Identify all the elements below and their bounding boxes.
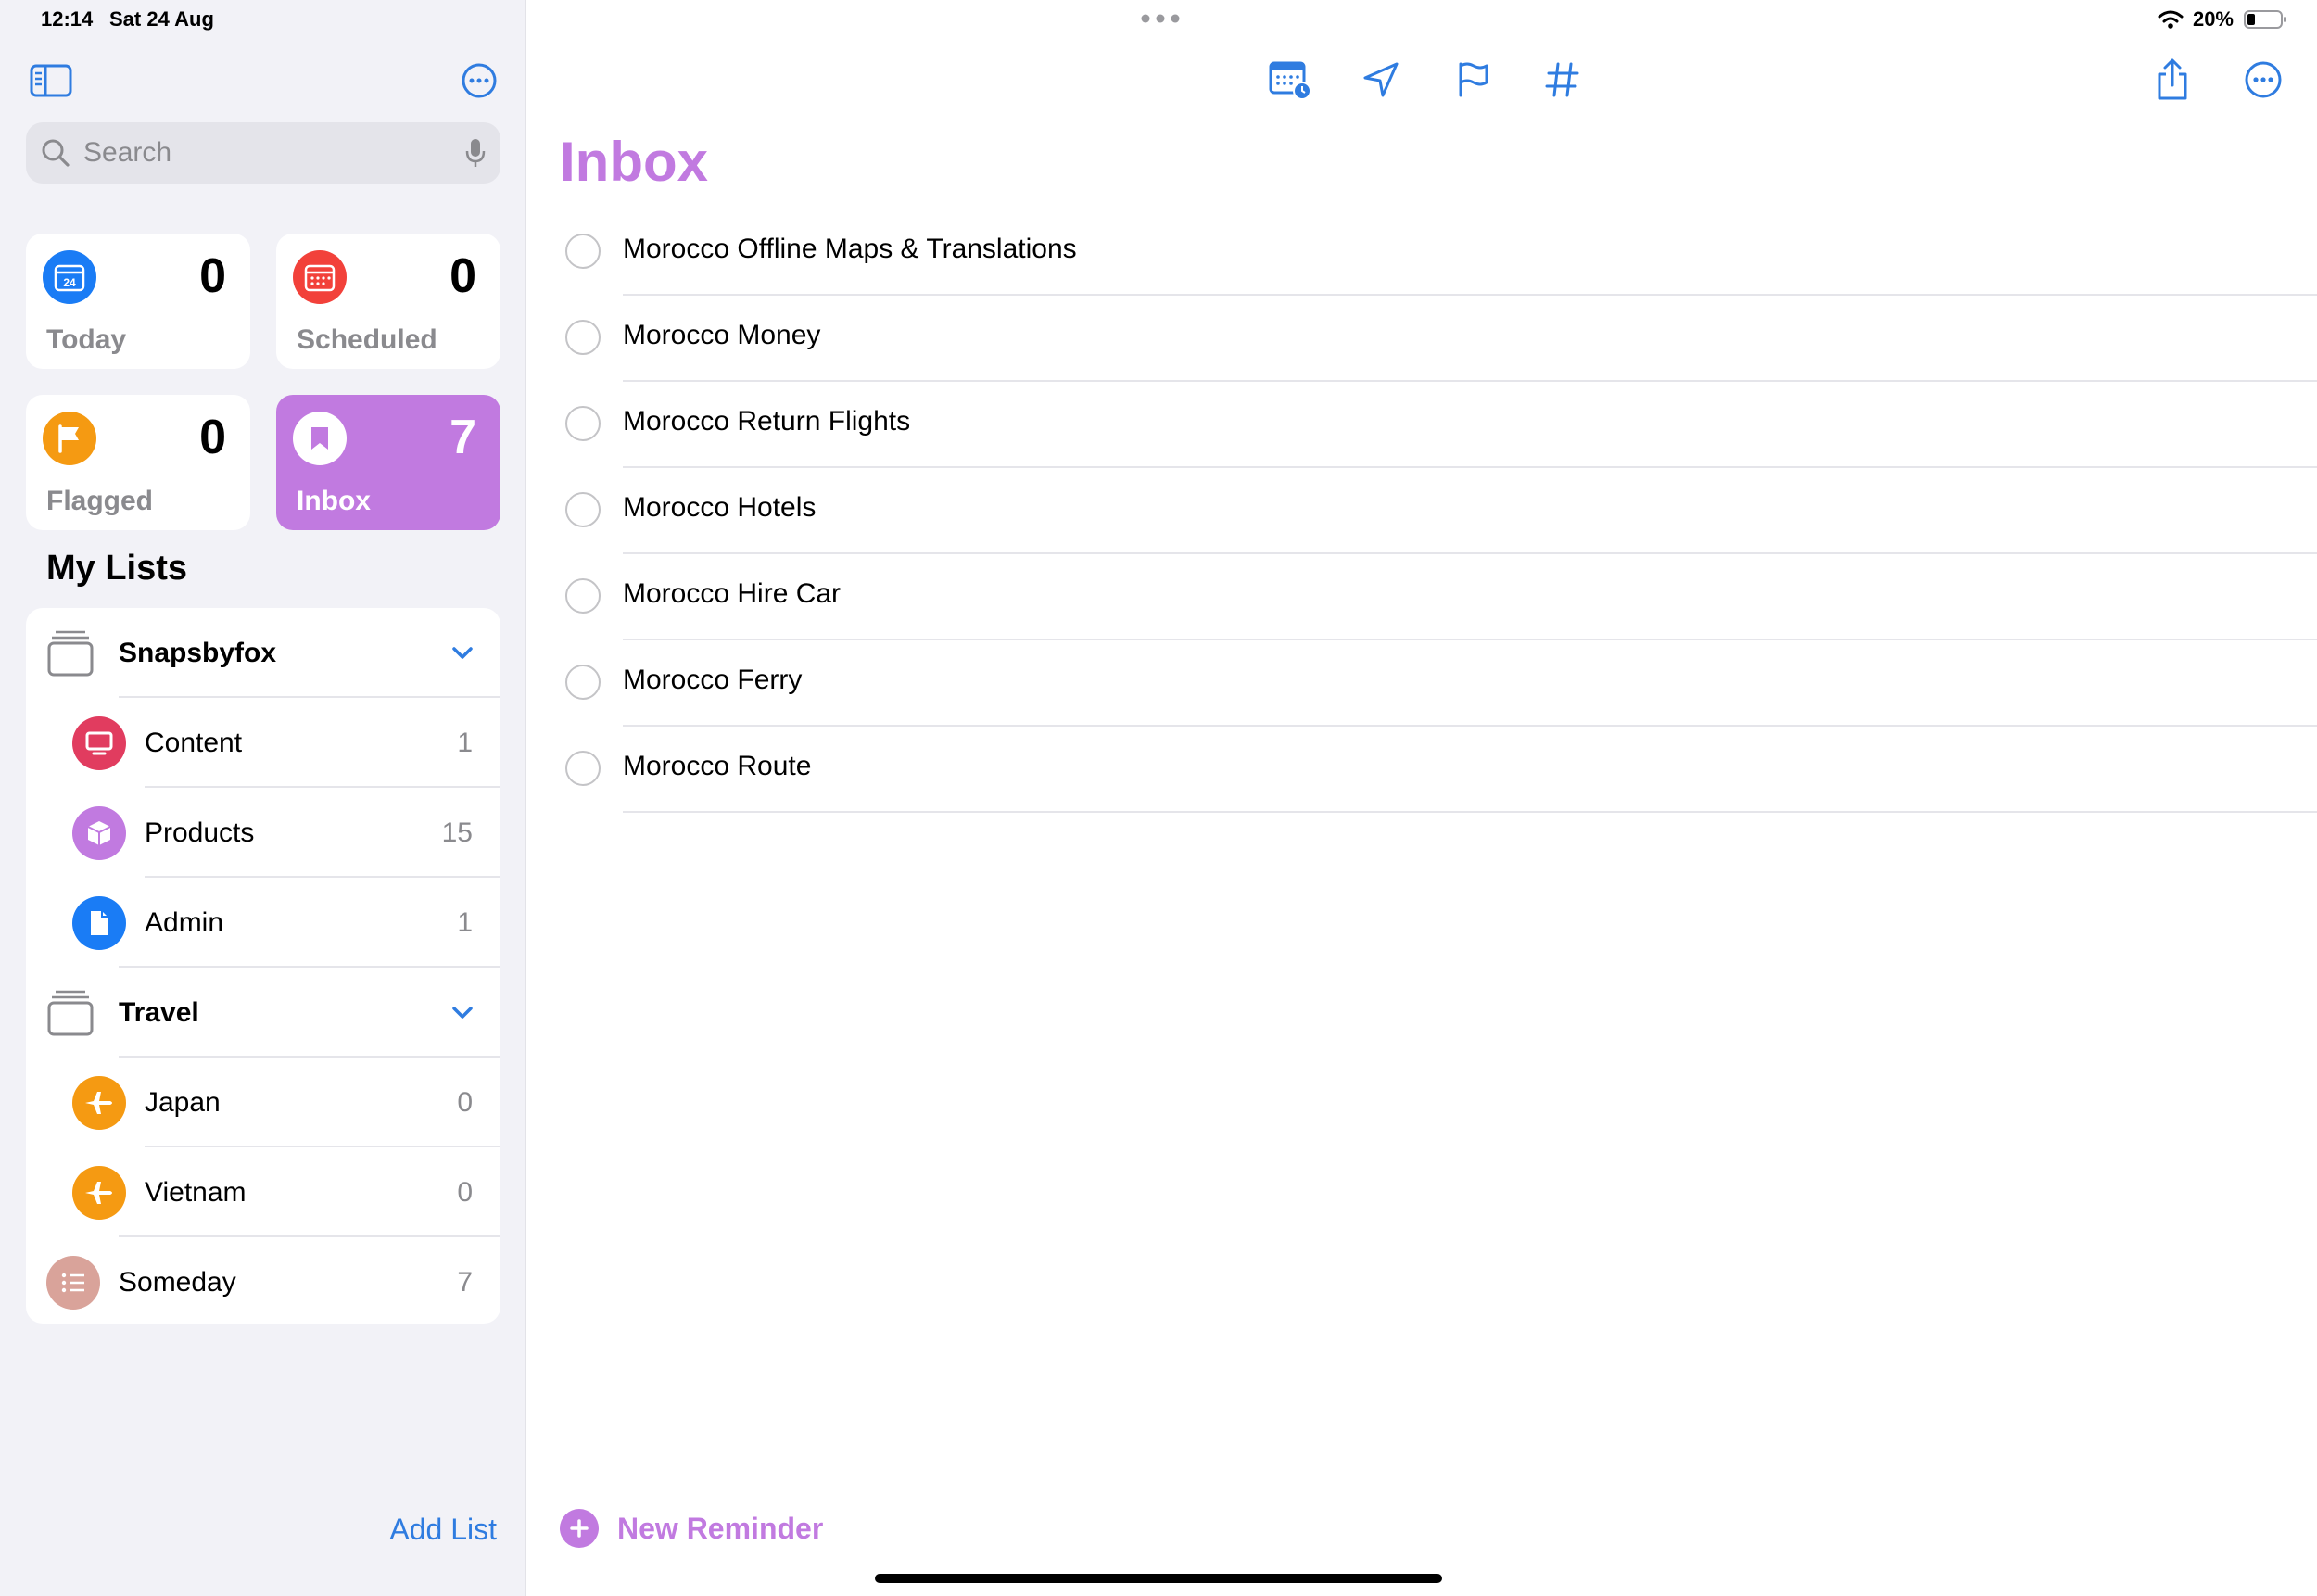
more-options-icon[interactable] (2239, 56, 2287, 104)
document-icon (72, 895, 126, 950)
svg-text:24: 24 (63, 276, 76, 289)
status-date: Sat 24 Aug (109, 7, 214, 31)
reminder-title[interactable]: Morocco Hotels (623, 492, 816, 524)
reminder-item[interactable]: Morocco Offline Maps & Translations (528, 209, 2317, 296)
group-label: Travel (119, 996, 199, 1028)
list-count: 0 (457, 1086, 473, 1118)
completion-checkbox[interactable] (565, 751, 601, 786)
battery-icon (2244, 10, 2286, 29)
chevron-down-icon[interactable] (449, 999, 476, 1027)
date-time-icon[interactable] (1266, 56, 1314, 104)
list-item-vietnam[interactable]: Vietnam 0 (26, 1147, 500, 1237)
today-count: 0 (199, 249, 226, 303)
search-placeholder: Search (83, 137, 172, 168)
airplane-icon (72, 1075, 126, 1130)
reminder-item[interactable]: Morocco Ferry (528, 640, 2317, 727)
completion-checkbox[interactable] (565, 492, 601, 527)
plus-icon (560, 1509, 599, 1548)
list-label: Products (145, 817, 255, 848)
reminder-item[interactable]: Morocco Hire Car (528, 554, 2317, 640)
completion-checkbox[interactable] (565, 665, 601, 700)
scheduled-label: Scheduled (297, 324, 437, 355)
scheduled-count: 0 (449, 249, 476, 303)
list-item-products[interactable]: Products 15 (26, 788, 500, 878)
home-indicator[interactable] (875, 1574, 1442, 1583)
tile-inbox[interactable]: 7 Inbox (276, 395, 500, 530)
microphone-icon[interactable] (465, 137, 486, 169)
chevron-down-icon[interactable] (449, 640, 476, 667)
page-title: Inbox (560, 131, 708, 193)
reminder-title[interactable]: Morocco Money (623, 320, 820, 351)
reminder-item[interactable]: Morocco Route (528, 727, 2317, 813)
reminder-title[interactable]: Morocco Return Flights (623, 406, 910, 437)
calendar-scheduled-icon (293, 250, 347, 304)
sidebar-toggle-icon[interactable] (26, 61, 76, 100)
status-right: 20% (2158, 7, 2289, 32)
flagged-count: 0 (199, 411, 226, 464)
completion-checkbox[interactable] (565, 406, 601, 441)
status-time: 12:14 (41, 7, 94, 31)
location-icon[interactable] (1357, 56, 1405, 104)
list-count: 7 (457, 1266, 473, 1298)
group-travel[interactable]: Travel (26, 968, 500, 1058)
flag-icon (43, 412, 96, 465)
share-icon[interactable] (2148, 56, 2197, 104)
list-item-admin[interactable]: Admin 1 (26, 878, 500, 968)
flagged-label: Flagged (46, 486, 154, 516)
multitasking-dots-icon[interactable] (1140, 13, 1181, 24)
completion-checkbox[interactable] (565, 234, 601, 269)
reminder-title[interactable]: Morocco Route (623, 751, 811, 782)
search-input[interactable]: Search (26, 122, 500, 184)
main-content: 20% Inbox Morocco Offline Maps & Transla… (528, 0, 2317, 1596)
inbox-bookmark-icon (293, 412, 347, 465)
reminder-title[interactable]: Morocco Ferry (623, 665, 802, 696)
list-item-content[interactable]: Content 1 (26, 698, 500, 788)
group-label: Snapsbyfox (119, 637, 277, 668)
more-options-icon[interactable] (458, 59, 500, 102)
list-item-japan[interactable]: Japan 0 (26, 1058, 500, 1147)
my-lists-heading: My Lists (46, 549, 188, 588)
reminder-item[interactable]: Morocco Return Flights (528, 382, 2317, 468)
list-count: 15 (441, 817, 473, 848)
new-reminder-button[interactable]: New Reminder (560, 1509, 823, 1548)
reminder-item[interactable]: Morocco Money (528, 296, 2317, 382)
folder-stack-icon (47, 630, 94, 677)
wifi-icon (2158, 10, 2184, 29)
sidebar: 12:14 Sat 24 Aug Search 24 0 Today 0 Sch… (0, 0, 526, 1596)
list-label: Someday (119, 1266, 236, 1298)
tile-today[interactable]: 24 0 Today (26, 234, 250, 369)
tile-flagged[interactable]: 0 Flagged (26, 395, 250, 530)
completion-checkbox[interactable] (565, 320, 601, 355)
reminder-title[interactable]: Morocco Offline Maps & Translations (623, 234, 1077, 265)
cube-icon (72, 805, 126, 860)
list-bullet-icon (46, 1255, 100, 1310)
calendar-today-icon: 24 (43, 250, 96, 304)
list-count: 1 (457, 906, 473, 938)
list-label: Content (145, 727, 243, 758)
new-reminder-label: New Reminder (617, 1511, 824, 1545)
search-icon (42, 139, 70, 167)
tag-icon[interactable] (1538, 56, 1587, 104)
flag-icon[interactable] (1450, 56, 1498, 104)
group-snapsbyfox[interactable]: Snapsbyfox (26, 608, 500, 698)
inbox-label: Inbox (297, 486, 371, 516)
list-label: Admin (145, 906, 224, 938)
list-count: 0 (457, 1176, 473, 1208)
today-label: Today (46, 324, 127, 355)
list-count: 1 (457, 727, 473, 758)
reminder-title[interactable]: Morocco Hire Car (623, 578, 841, 610)
tile-scheduled[interactable]: 0 Scheduled (276, 234, 500, 369)
completion-checkbox[interactable] (565, 578, 601, 614)
add-list-button[interactable]: Add List (389, 1513, 497, 1547)
my-lists: Snapsbyfox Content 1 Products 15 Admin 1… (26, 608, 500, 1324)
list-item-someday[interactable]: Someday 7 (26, 1237, 500, 1324)
folder-stack-icon (47, 990, 94, 1036)
list-label: Vietnam (145, 1176, 247, 1208)
inbox-count: 7 (449, 411, 476, 464)
reminder-item[interactable]: Morocco Hotels (528, 468, 2317, 554)
display-icon (72, 716, 126, 770)
list-label: Japan (145, 1086, 221, 1118)
battery-percent: 20% (2192, 7, 2234, 31)
airplane-icon (72, 1165, 126, 1220)
